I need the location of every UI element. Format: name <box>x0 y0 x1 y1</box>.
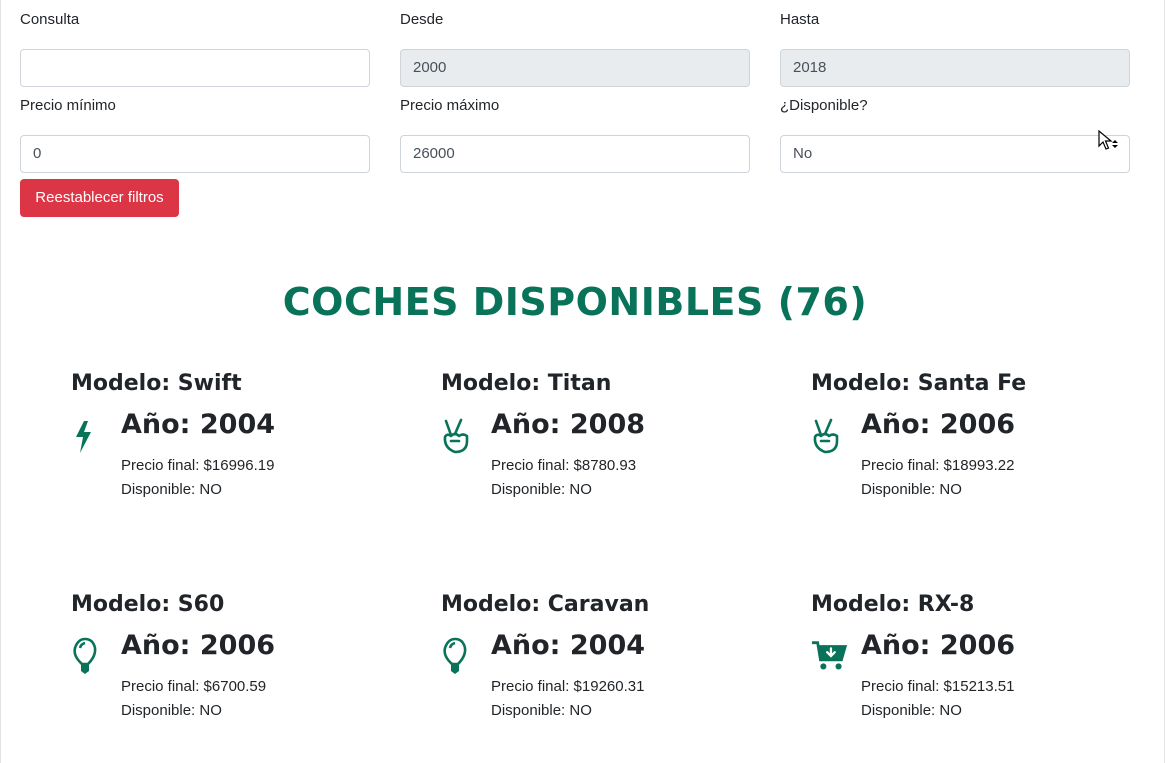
precio-min-input[interactable]: 0 <box>20 135 370 173</box>
car-year: Año: 2006 <box>121 630 276 661</box>
reset-filters-button[interactable]: Reestablecer filtros <box>20 179 179 217</box>
car-availability: Disponible: NO <box>491 702 592 719</box>
car-price: Precio final: $6700.59 <box>121 678 267 695</box>
hasta-input[interactable]: 2018 <box>780 49 1130 87</box>
car-price: Precio final: $15213.51 <box>861 678 1015 695</box>
precio-max-label: Precio máximo <box>400 97 500 114</box>
car-price: Precio final: $18993.22 <box>861 457 1015 474</box>
car-availability: Disponible: NO <box>861 481 962 498</box>
car-price: Precio final: $16996.19 <box>121 457 275 474</box>
precio-max-input[interactable]: 26000 <box>400 135 750 173</box>
precio-min-field-group: Precio mínimo 0 <box>20 96 370 173</box>
car-year: Año: 2006 <box>861 409 1016 440</box>
car-year: Año: 2008 <box>491 409 646 440</box>
car-model: Modelo: Titan <box>441 371 612 396</box>
car-card: Modelo: S60 Año: 2006 Precio final: $670… <box>71 592 411 742</box>
peace-hand-icon <box>443 418 469 454</box>
desde-label: Desde <box>400 11 444 28</box>
car-card: Modelo: Caravan Año: 2004 Precio final: … <box>441 592 781 742</box>
car-model: Modelo: Swift <box>71 371 242 396</box>
car-availability: Disponible: NO <box>491 481 592 498</box>
car-card: Modelo: Santa Fe Año: 2006 Precio final:… <box>811 371 1151 521</box>
mouse-cursor-icon <box>1098 130 1118 150</box>
disponible-field-group: ¿Disponible? No <box>780 96 1130 173</box>
car-card: Modelo: RX-8 Año: 2006 Precio final: $15… <box>811 592 1151 742</box>
car-availability: Disponible: NO <box>861 702 962 719</box>
car-price: Precio final: $19260.31 <box>491 678 645 695</box>
hasta-label: Hasta <box>780 11 820 28</box>
lightbulb-icon <box>443 637 467 674</box>
desde-input[interactable]: 2000 <box>400 49 750 87</box>
consulta-input[interactable] <box>20 49 370 87</box>
car-year: Año: 2004 <box>121 409 276 440</box>
hasta-field-group: Hasta 2018 <box>780 10 1130 87</box>
car-card: Modelo: Titan Año: 2008 Precio final: $8… <box>441 371 781 521</box>
car-model: Modelo: S60 <box>71 592 225 617</box>
car-model: Modelo: Santa Fe <box>811 371 1027 396</box>
car-availability: Disponible: NO <box>121 481 222 498</box>
car-model: Modelo: Caravan <box>441 592 650 617</box>
disponible-select[interactable]: No <box>780 135 1130 173</box>
disponible-label: ¿Disponible? <box>780 97 868 114</box>
car-card: Modelo: Swift Año: 2004 Precio final: $1… <box>71 371 411 521</box>
car-year: Año: 2004 <box>491 630 646 661</box>
consulta-field-group: Consulta <box>20 10 370 87</box>
precio-min-label: Precio mínimo <box>20 97 116 114</box>
car-model: Modelo: RX-8 <box>811 592 975 617</box>
desde-field-group: Desde 2000 <box>400 10 750 87</box>
bolt-icon <box>76 421 91 453</box>
peace-hand-icon <box>813 418 839 454</box>
lightbulb-icon <box>73 637 97 674</box>
car-price: Precio final: $8780.93 <box>491 457 637 474</box>
precio-max-field-group: Precio máximo 26000 <box>400 96 750 173</box>
car-year: Año: 2006 <box>861 630 1016 661</box>
consulta-label: Consulta <box>20 11 80 28</box>
page-title: COCHES DISPONIBLES (76) <box>282 280 868 324</box>
car-availability: Disponible: NO <box>121 702 222 719</box>
cart-arrow-down-icon <box>811 641 848 670</box>
